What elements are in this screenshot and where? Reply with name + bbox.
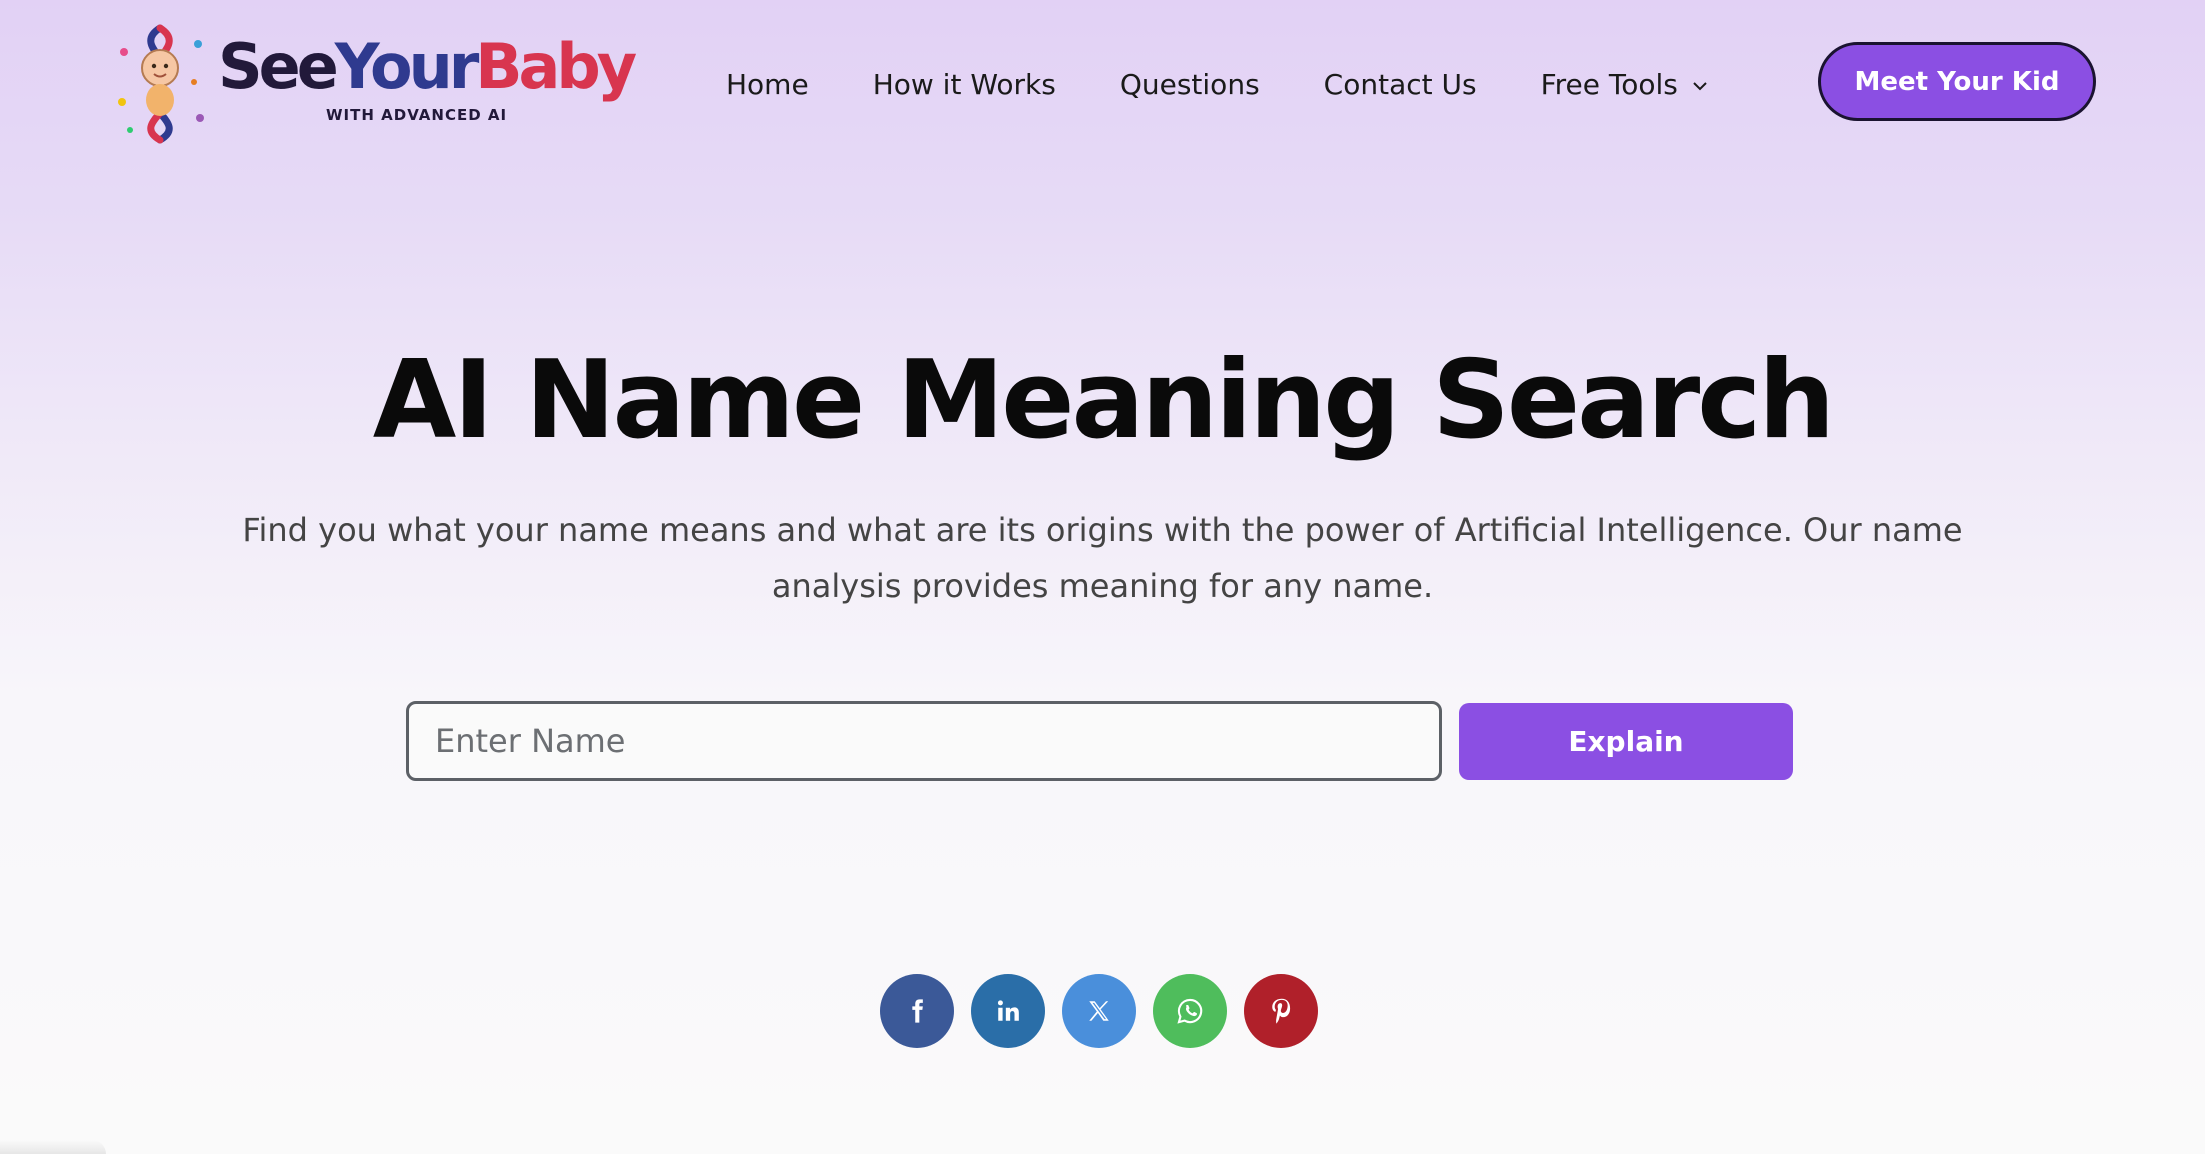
page-title: AI Name Meaning Search xyxy=(372,338,1835,463)
logo-tagline: WITH ADVANCED AI xyxy=(326,106,508,124)
name-input[interactable] xyxy=(406,701,1442,781)
nav-free-tools-label: Free Tools xyxy=(1540,67,1678,101)
page-subtitle: Find you what your name means and what a… xyxy=(242,511,1963,605)
pinterest-icon xyxy=(1272,998,1291,1024)
share-whatsapp-button[interactable] xyxy=(1153,974,1227,1048)
main-nav: Home How it Works Questions Contact Us F… xyxy=(726,62,1708,106)
share-linkedin-button[interactable] xyxy=(971,974,1045,1048)
logo-word-baby: Baby xyxy=(475,30,637,103)
whatsapp-icon xyxy=(1177,998,1203,1024)
social-share-bar xyxy=(880,974,1318,1048)
site-logo[interactable]: SeeYourBaby WITH ADVANCED AI xyxy=(108,22,637,144)
explain-button[interactable]: Explain xyxy=(1459,703,1793,780)
share-x-button[interactable] xyxy=(1062,974,1136,1048)
linkedin-icon xyxy=(997,1000,1019,1021)
nav-free-tools[interactable]: Free Tools xyxy=(1541,68,1708,101)
nav-contact-us[interactable]: Contact Us xyxy=(1324,68,1477,101)
logo-word-your: Your xyxy=(334,30,480,103)
nav-questions[interactable]: Questions xyxy=(1120,68,1260,101)
baby-dna-logo-icon xyxy=(118,24,204,144)
share-facebook-button[interactable] xyxy=(880,974,954,1048)
logo-word-see: See xyxy=(218,30,339,103)
facebook-icon xyxy=(912,999,923,1023)
corner-shadow xyxy=(0,1140,106,1154)
logo-wordmark: SeeYourBaby xyxy=(218,36,637,98)
meet-your-kid-button[interactable]: Meet Your Kid xyxy=(1818,42,2096,121)
x-icon xyxy=(1089,1001,1109,1021)
chevron-down-icon xyxy=(1693,81,1707,90)
nav-how-it-works[interactable]: How it Works xyxy=(873,68,1056,101)
share-pinterest-button[interactable] xyxy=(1244,974,1318,1048)
nav-home[interactable]: Home xyxy=(726,68,809,101)
